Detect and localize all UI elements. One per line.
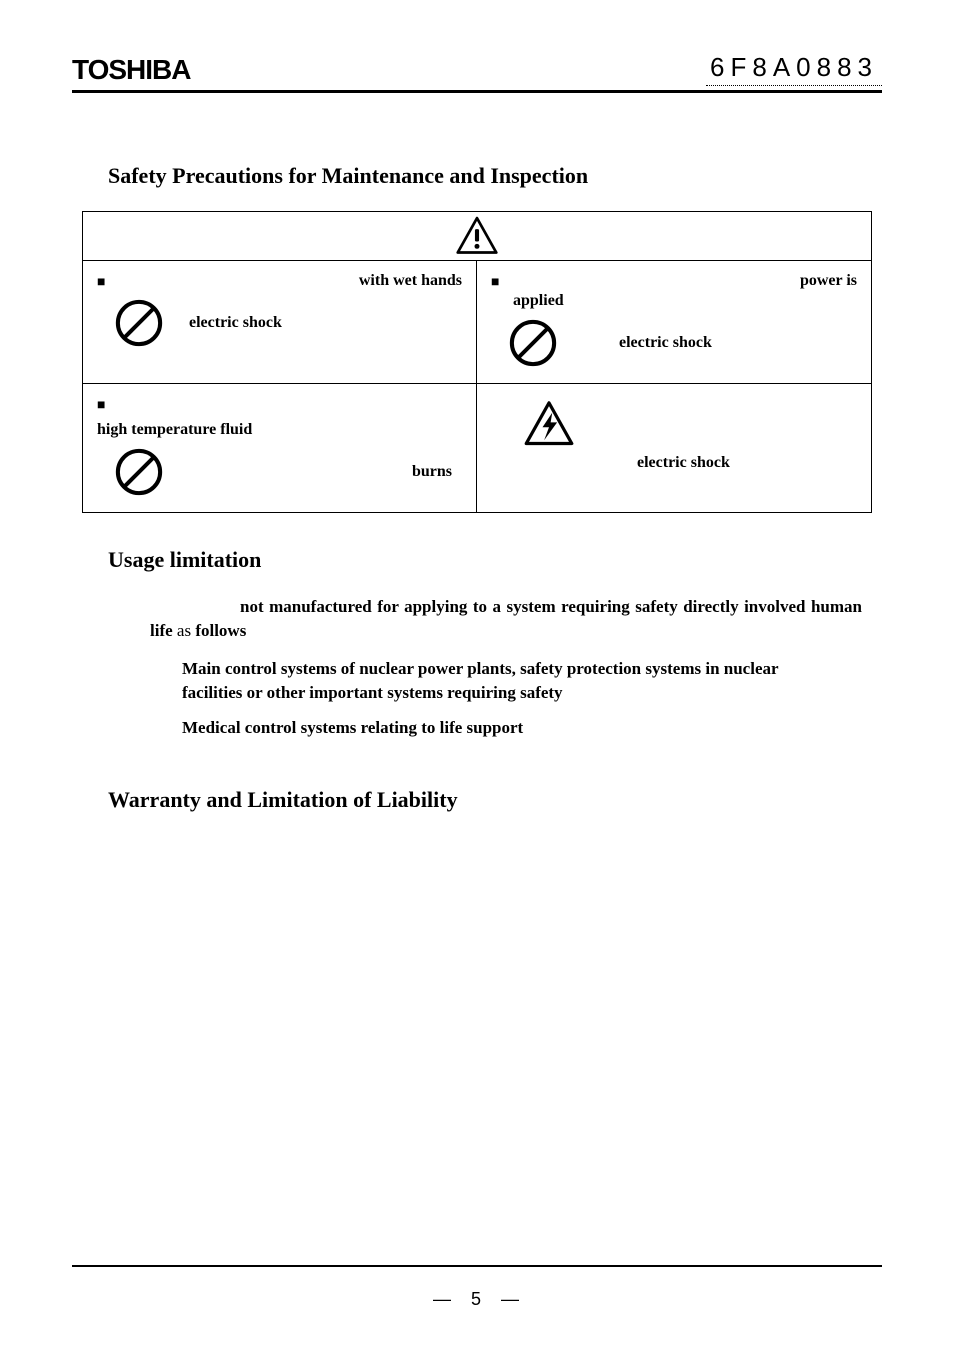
section-heading-usage: Usage limitation — [108, 547, 882, 573]
warning-text: high temperature fluid — [97, 420, 462, 440]
page-number: 5 — [471, 1289, 483, 1310]
shock-triangle-icon — [523, 398, 575, 450]
page-footer: — 5 — — [72, 1265, 882, 1310]
bullet-icon: ■ — [97, 394, 105, 414]
page-header: TOSHIBA 6F8A0883 — [72, 52, 882, 93]
warning-label: electric shock — [165, 314, 282, 332]
warning-cell-shock: electric shock — [477, 384, 871, 512]
usage-limitation-list: Main control systems of nuclear power pl… — [182, 657, 842, 741]
prohibition-icon — [113, 297, 165, 349]
bullet-icon: ■ — [97, 271, 105, 291]
warning-text: with wet hands — [113, 271, 462, 291]
usage-bold-1: not manufactured for applying to a syste… — [150, 597, 862, 640]
section-heading-warranty: Warranty and Limitation of Liability — [108, 787, 882, 813]
section-heading-safety: Safety Precautions for Maintenance and I… — [108, 163, 882, 189]
warning-triangle-icon — [455, 214, 499, 258]
usage-paragraph: not manufactured for applying to a syste… — [150, 595, 862, 643]
warning-text: power is — [507, 271, 857, 291]
page-body: Safety Precautions for Maintenance and I… — [72, 93, 882, 1265]
warning-cell-wet-hands: ■ with wet hands electric shock — [83, 261, 477, 384]
document-code: 6F8A0883 — [706, 52, 882, 86]
footer-dash-left: — — [433, 1289, 453, 1310]
warning-text-line2: applied — [513, 291, 857, 311]
warning-label: burns — [412, 463, 462, 481]
usage-bold-2: follows — [195, 621, 246, 640]
prohibition-icon — [113, 446, 165, 498]
list-item: Main control systems of nuclear power pl… — [182, 657, 842, 706]
warning-cell-power-applied: ■ power is applied electric shock — [477, 261, 871, 384]
list-item: Medical control systems relating to life… — [182, 716, 842, 741]
warning-box-header — [83, 212, 871, 261]
warning-label: electric shock — [613, 454, 730, 472]
bullet-icon: ■ — [491, 271, 499, 291]
usage-plain-1: as — [173, 621, 196, 640]
warning-box: ■ with wet hands electric shock ■ — [82, 211, 872, 513]
brand-logo: TOSHIBA — [72, 54, 191, 86]
warning-label: electric shock — [595, 334, 712, 352]
warning-cell-high-temp: ■ high temperature fluid burns — [83, 384, 477, 512]
prohibition-icon — [507, 317, 559, 369]
footer-dash-right: — — [501, 1289, 521, 1310]
